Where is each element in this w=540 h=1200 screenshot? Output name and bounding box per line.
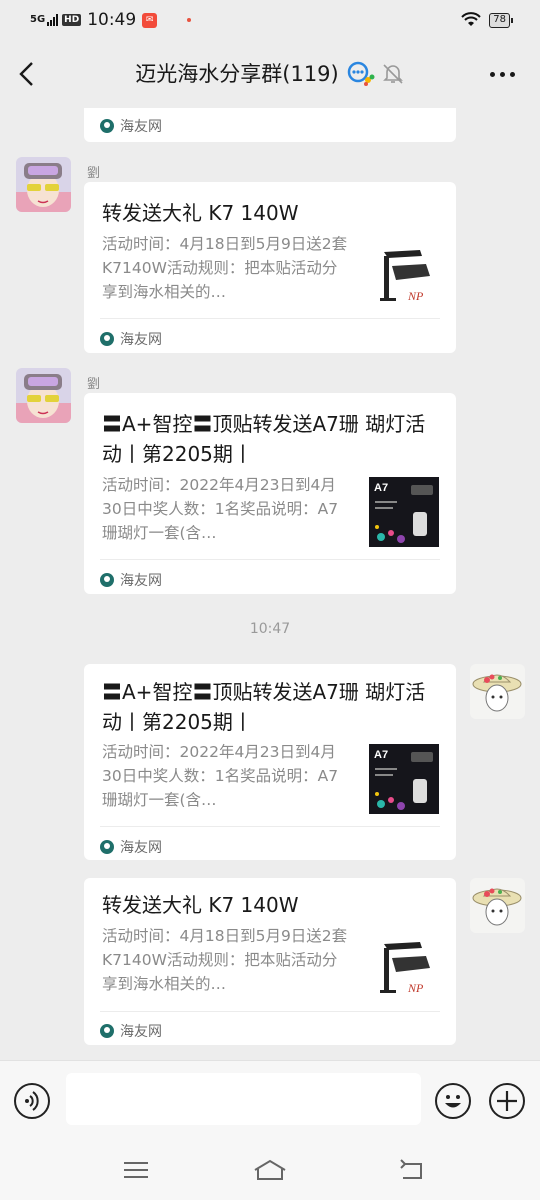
link-card[interactable]: 海友网 bbox=[84, 108, 456, 142]
card-title: 转发送大礼 K7 140W bbox=[102, 893, 299, 917]
hd-badge: HD bbox=[62, 14, 82, 26]
source-icon bbox=[100, 1024, 114, 1038]
card-source: 海友网 bbox=[120, 840, 162, 856]
status-time: 10:49 bbox=[87, 10, 137, 30]
card-description: 活动时间：2022年4月23日到4月30日中奖人数：1名奖品说明：A7珊瑚灯一套… bbox=[102, 743, 339, 809]
menu-icon[interactable] bbox=[121, 1156, 151, 1184]
card-description: 活动时间：2022年4月23日到4月30日中奖人数：1名奖品说明：A7珊瑚灯一套… bbox=[102, 476, 339, 542]
sender-name: 劉 bbox=[87, 377, 101, 392]
card-source: 海友网 bbox=[120, 573, 162, 589]
chat-header: 迈光海水分享群(119) bbox=[0, 40, 540, 108]
notification-dot bbox=[187, 18, 192, 22]
thumb-label: A7 bbox=[374, 482, 388, 494]
k7-lamp-thumbnail: NP bbox=[370, 934, 440, 1004]
more-options-icon[interactable] bbox=[490, 64, 518, 84]
back-nav-icon[interactable] bbox=[397, 1156, 427, 1184]
message-timestamp: 10:47 bbox=[249, 621, 291, 637]
home-icon[interactable] bbox=[252, 1156, 288, 1184]
source-icon bbox=[100, 840, 114, 854]
emoji-icon[interactable] bbox=[435, 1083, 471, 1119]
link-card[interactable]: 转发送大礼 K7 140W 活动时间：4月18日到5月9日送2套K7140W活动… bbox=[84, 182, 456, 353]
link-card[interactable]: 〓A+智控〓顶贴转发送A7珊 瑚灯活动丨第2205期丨 活动时间：2022年4月… bbox=[84, 393, 456, 594]
network-type: 5G bbox=[30, 14, 46, 25]
signal-icon bbox=[47, 14, 59, 26]
card-title: 〓A+智控〓顶贴转发送A7珊 瑚灯活动丨第2205期丨 bbox=[102, 680, 426, 734]
group-chat-icon bbox=[347, 61, 375, 86]
a7-lamp-thumbnail: A7 bbox=[369, 744, 439, 814]
sender-avatar[interactable] bbox=[16, 157, 71, 212]
app-notification-icon: ✉ bbox=[142, 12, 158, 28]
wifi-icon bbox=[461, 12, 481, 26]
source-icon bbox=[100, 332, 114, 346]
my-avatar[interactable] bbox=[470, 878, 525, 933]
add-icon[interactable] bbox=[489, 1083, 525, 1119]
source-icon bbox=[100, 573, 114, 587]
link-card[interactable]: 〓A+智控〓顶贴转发送A7珊 瑚灯活动丨第2205期丨 活动时间：2022年4月… bbox=[84, 664, 456, 860]
thumb-label: A7 bbox=[374, 749, 388, 761]
card-description: 活动时间：4月18日到5月9日送2套K7140W活动规则：把本贴活动分享到海水相… bbox=[102, 927, 348, 993]
system-nav-bar bbox=[0, 1140, 540, 1200]
card-description: 活动时间：4月18日到5月9日送2套K7140W活动规则：把本贴活动分享到海水相… bbox=[102, 235, 348, 301]
battery-icon: 78 bbox=[489, 12, 513, 28]
svg-text:NP: NP bbox=[407, 289, 424, 303]
card-source: 海友网 bbox=[120, 332, 162, 348]
status-bar: 5G HD 10:49 ✉ 78 bbox=[0, 0, 540, 40]
card-title: 转发送大礼 K7 140W bbox=[102, 201, 299, 225]
card-source: 海友网 bbox=[120, 1024, 162, 1040]
input-bar bbox=[0, 1060, 540, 1140]
chat-area[interactable]: 海友网 劉 转发送大礼 K7 140W 活动时间：4月18日到5月9日送2套K7… bbox=[0, 108, 540, 1060]
voice-icon[interactable] bbox=[14, 1083, 50, 1119]
sender-avatar[interactable] bbox=[16, 368, 71, 423]
message-input[interactable] bbox=[66, 1073, 421, 1125]
chat-title[interactable]: 迈光海水分享群(119) bbox=[135, 58, 338, 88]
my-avatar[interactable] bbox=[470, 664, 525, 719]
link-card[interactable]: 转发送大礼 K7 140W 活动时间：4月18日到5月9日送2套K7140W活动… bbox=[84, 878, 456, 1045]
mute-bell-icon bbox=[382, 64, 403, 84]
card-source: 海友网 bbox=[120, 119, 162, 135]
sender-name: 劉 bbox=[87, 166, 101, 181]
card-title: 〓A+智控〓顶贴转发送A7珊 瑚灯活动丨第2205期丨 bbox=[102, 412, 426, 466]
k7-lamp-thumbnail: NP bbox=[370, 242, 440, 312]
a7-lamp-thumbnail: A7 bbox=[369, 477, 439, 547]
svg-text:NP: NP bbox=[407, 981, 424, 995]
source-icon bbox=[100, 119, 114, 133]
